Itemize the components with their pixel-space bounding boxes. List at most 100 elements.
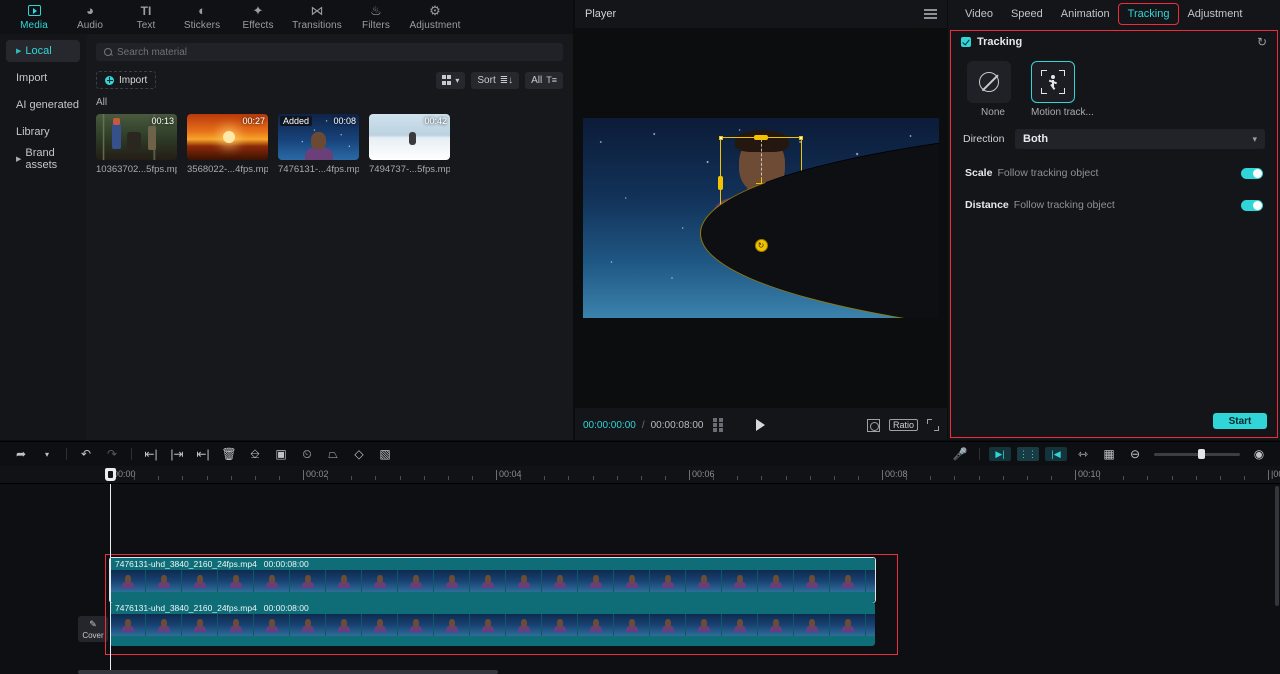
sort-button[interactable]: Sort ≣↓: [471, 71, 520, 89]
tab-animation[interactable]: Animation: [1052, 4, 1119, 24]
tab-adjustment[interactable]: Adjustment: [1178, 4, 1251, 24]
nav-item-stickers[interactable]: ◐ Stickers: [174, 0, 230, 34]
nav-item-media[interactable]: Media: [6, 0, 62, 34]
media-item[interactable]: 00:13 10363702...5fps.mp4: [96, 114, 177, 175]
ruler-tick: [857, 476, 859, 480]
reset-icon[interactable]: ↻: [1257, 35, 1267, 49]
play-button[interactable]: [756, 419, 765, 431]
filmstrip-frame: [542, 614, 578, 636]
media-panel: Media ◕ Audio TI Text ◐ Stickers ✦ Effects ⋈ Trans…: [0, 0, 573, 440]
video-preview[interactable]: □ ↻: [583, 118, 939, 318]
nav-item-effects[interactable]: ✦ Effects: [230, 0, 286, 34]
toolbar-divider: [979, 448, 980, 460]
freeze-frame-icon[interactable]: ▣: [268, 443, 294, 465]
ruler-tick: [278, 476, 280, 480]
cover-button[interactable]: ✎ Cover: [78, 616, 108, 642]
resize-handle-top[interactable]: [754, 135, 768, 140]
nav-item-audio[interactable]: ◕ Audio: [62, 0, 118, 34]
auto-cut-icon[interactable]: ▶|: [989, 447, 1011, 461]
timeline-zoom-slider[interactable]: [1154, 449, 1240, 459]
media-filename: 7476131-...4fps.mp4: [278, 164, 359, 175]
auto-reframe-icon[interactable]: |◀: [1045, 447, 1067, 461]
ruler-tick: [1195, 476, 1197, 480]
media-item[interactable]: 00:42 7494737-...5fps.mp4: [369, 114, 450, 175]
zoom-slider-knob[interactable]: [1198, 449, 1205, 459]
ruler-tick: [1123, 476, 1125, 480]
playhead-knob[interactable]: [105, 468, 116, 481]
sidebar-item-library[interactable]: Library: [6, 121, 80, 143]
timeline-clip-2[interactable]: 7476131-uhd_3840_2160_24fps.mp4 00:00:08…: [110, 602, 875, 646]
tab-speed[interactable]: Speed: [1002, 4, 1052, 24]
ruler-label: 00:10: [1078, 469, 1101, 479]
horizontal-scrollbar[interactable]: [78, 670, 498, 674]
playhead[interactable]: [105, 468, 116, 674]
ruler-tick: [327, 476, 329, 480]
media-item[interactable]: Added 00:08 7476131-...4fps.mp4: [278, 114, 359, 175]
sidebar-item-brand-assets[interactable]: ▶ Brand assets: [6, 147, 80, 171]
mirror-icon[interactable]: ⏢: [320, 443, 346, 465]
fullscreen-icon[interactable]: [927, 419, 939, 431]
nav-item-transitions[interactable]: ⋈ Transitions: [286, 0, 348, 34]
select-tool-icon[interactable]: ➦: [8, 443, 34, 465]
sidebar-item-local[interactable]: ▶ Local: [6, 40, 80, 62]
sidebar-item-import[interactable]: Import: [6, 67, 80, 89]
undo-icon[interactable]: ↶: [73, 443, 99, 465]
distance-toggle[interactable]: [1241, 199, 1263, 211]
rotate-icon[interactable]: ◇: [346, 443, 372, 465]
filter-button[interactable]: All T≡: [525, 71, 563, 89]
trim-start-icon[interactable]: |⇥: [164, 443, 190, 465]
ruler-tick: [1099, 476, 1101, 480]
nav-item-label: Adjustment: [409, 20, 461, 31]
timeline-ruler[interactable]: 00:0000:0200:0400:0600:0800:10|00:: [0, 466, 1280, 484]
nav-item-adjustment[interactable]: ⚙ Adjustment: [404, 0, 466, 34]
timeline-clip-1[interactable]: 7476131-uhd_3840_2160_24fps.mp4 00:00:08…: [110, 558, 875, 602]
record-voiceover-icon[interactable]: 🎤: [947, 443, 973, 465]
nav-item-filters[interactable]: ♨ Filters: [348, 0, 404, 34]
rotate-handle-icon[interactable]: ↻: [754, 239, 768, 252]
smart-trim-icon[interactable]: ⋮⋮: [1017, 447, 1039, 461]
direction-select[interactable]: Both ▾: [1015, 129, 1265, 149]
frames-icon[interactable]: [713, 418, 723, 432]
vertical-scrollbar[interactable]: [1275, 486, 1279, 606]
nav-item-text[interactable]: TI Text: [118, 0, 174, 34]
speed-icon[interactable]: ⏲: [294, 443, 320, 465]
trim-end-icon[interactable]: ⇤|: [190, 443, 216, 465]
thumbnail-toggle-icon[interactable]: ▦: [1096, 443, 1122, 465]
tracking-mode-motion[interactable]: Motion track...: [1031, 61, 1094, 118]
zoom-fit-icon[interactable]: ◉: [1246, 443, 1272, 465]
player-menu-icon[interactable]: [924, 9, 937, 19]
filmstrip-frame: [218, 614, 254, 636]
start-button[interactable]: Start: [1213, 413, 1267, 429]
delete-icon[interactable]: 🗑: [216, 443, 242, 465]
crop-icon[interactable]: ▧: [372, 443, 398, 465]
link-clips-icon[interactable]: ⇿: [1070, 443, 1096, 465]
filmstrip-frame: [830, 614, 866, 636]
resize-handle-tr[interactable]: [799, 136, 803, 140]
split-icon[interactable]: ⇤|: [138, 443, 164, 465]
filmstrip-frame: [830, 570, 866, 592]
sidebar-item-ai-generated[interactable]: AI generated: [6, 94, 80, 116]
tracking-enable-checkbox[interactable]: [961, 37, 971, 47]
ratio-button[interactable]: Ratio: [888, 419, 918, 431]
resize-handle-tl[interactable]: [719, 136, 723, 140]
distance-label: Distance: [965, 199, 1009, 211]
tracking-selection-box[interactable]: □ ↻: [700, 118, 939, 318]
import-button[interactable]: Import: [96, 71, 157, 89]
view-mode-button[interactable]: ▾: [435, 71, 466, 89]
plus-icon: [105, 75, 114, 85]
resize-handle-left[interactable]: [718, 176, 723, 190]
zoom-preview-icon[interactable]: [866, 418, 880, 432]
search-input[interactable]: Search material: [96, 43, 563, 61]
track-header-area: [0, 484, 78, 674]
scale-toggle[interactable]: [1241, 167, 1263, 179]
redo-icon[interactable]: ↷: [99, 443, 125, 465]
tab-video[interactable]: Video: [956, 4, 1002, 24]
filmstrip-frame: [722, 570, 758, 592]
zoom-out-icon[interactable]: ⊖: [1122, 443, 1148, 465]
media-item[interactable]: 00:27 3568022-...4fps.mp4: [187, 114, 268, 175]
mask-icon[interactable]: ⎒: [242, 443, 268, 465]
tracking-mode-none[interactable]: None: [967, 61, 1019, 118]
chevron-right-icon: ▶: [16, 48, 22, 55]
select-tool-chevron-down-icon[interactable]: ▾: [34, 443, 60, 465]
tab-tracking[interactable]: Tracking: [1117, 3, 1180, 25]
